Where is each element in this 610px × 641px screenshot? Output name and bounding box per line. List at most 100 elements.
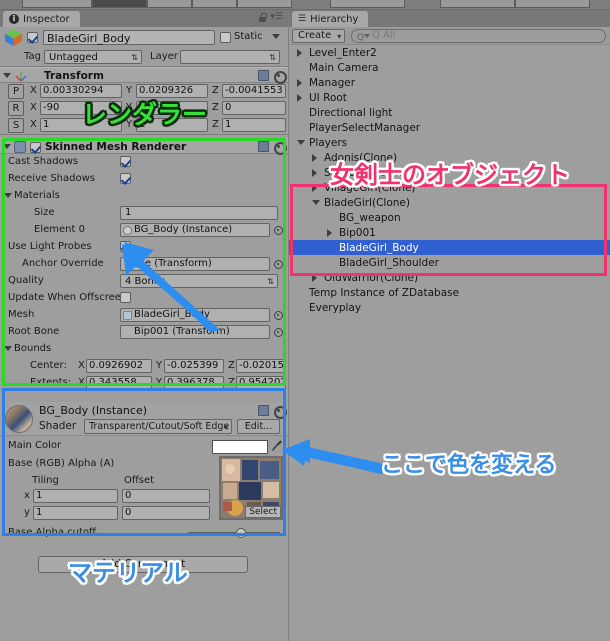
- update-offscreen-checkbox[interactable]: [120, 292, 131, 306]
- disclosure-triangle-icon[interactable]: [297, 49, 302, 57]
- anchor-override-picker-icon[interactable]: [274, 260, 283, 269]
- alpha-cutoff-slider-track[interactable]: [188, 532, 280, 534]
- hierarchy-item-directional-light[interactable]: Directional light: [289, 105, 610, 120]
- disclosure-triangle-icon[interactable]: [312, 169, 317, 177]
- quality-dropdown[interactable]: 4 Bones ⇅: [120, 274, 278, 288]
- lock-icon[interactable]: [259, 13, 267, 22]
- tag-dropdown[interactable]: Untagged ⇅: [44, 50, 142, 64]
- alpha-cutoff-slider-knob[interactable]: [236, 528, 247, 538]
- hierarchy-item-main-camera[interactable]: Main Camera: [289, 60, 610, 75]
- transform-r-y[interactable]: 0: [136, 101, 208, 115]
- object-enabled-checkbox[interactable]: [27, 32, 38, 46]
- gear-icon[interactable]: [273, 70, 287, 84]
- element0-picker-icon[interactable]: [274, 226, 283, 235]
- root-bone-field[interactable]: Bip001 (Transform): [120, 325, 270, 339]
- toolbar-segment-7[interactable]: [440, 0, 515, 8]
- center-z-field[interactable]: -0.020159: [236, 359, 286, 373]
- bounds-row[interactable]: Bounds: [0, 341, 288, 358]
- cast-shadows-checkbox[interactable]: [120, 156, 131, 170]
- toolbar-segment-2-active[interactable]: [92, 0, 147, 8]
- hierarchy-search-input[interactable]: Q Q All: [351, 29, 606, 43]
- tab-hierarchy[interactable]: ☰ Hierarchy: [292, 11, 369, 27]
- disclosure-triangle-icon[interactable]: [297, 94, 302, 102]
- transform-p-z[interactable]: -0.0041553: [222, 84, 286, 98]
- mesh-picker-icon[interactable]: [274, 311, 283, 320]
- offset-y-field[interactable]: 0: [122, 506, 210, 520]
- disclosure-triangle-icon[interactable]: [312, 154, 317, 162]
- shader-dropdown[interactable]: Transparent/Cutout/Soft Edge Un ▾: [84, 419, 232, 434]
- transform-p-y[interactable]: 0.0209326: [136, 84, 208, 98]
- hierarchy-item-bladegirl-clone[interactable]: BladeGirl(Clone): [289, 195, 610, 210]
- hierarchy-item-level-enter2[interactable]: Level_Enter2: [289, 45, 610, 60]
- extents-y-field[interactable]: 0.396378: [164, 376, 224, 390]
- disclosure-triangle-icon[interactable]: [312, 274, 317, 282]
- toolbar-segment-6[interactable]: [330, 0, 405, 8]
- receive-shadows-checkbox[interactable]: [120, 173, 131, 187]
- help-book-icon[interactable]: [258, 141, 269, 152]
- hierarchy-item-villagegirl-clone[interactable]: VillageGirl(Clone): [289, 180, 610, 195]
- object-name-field[interactable]: BladeGirl_Body: [43, 30, 215, 45]
- transform-r-button[interactable]: R: [8, 101, 24, 116]
- toolbar-segment-8[interactable]: [515, 0, 590, 8]
- shader-edit-button[interactable]: Edit...: [237, 419, 280, 434]
- disclosure-triangle-icon[interactable]: [327, 229, 332, 237]
- hierarchy-item-adonis-clone[interactable]: Adonis(Clone): [289, 150, 610, 165]
- renderer-foldout-icon[interactable]: [3, 144, 11, 149]
- materials-row[interactable]: Materials: [0, 188, 288, 205]
- static-checkbox[interactable]: [220, 32, 231, 46]
- disclosure-triangle-icon[interactable]: [297, 79, 302, 87]
- anchor-override-field[interactable]: None (Transform): [120, 257, 270, 271]
- hierarchy-item-succubus-clone[interactable]: Succubus(Clone): [289, 165, 610, 180]
- extents-x-field[interactable]: 0.343558: [86, 376, 152, 390]
- tiling-y-field[interactable]: 1: [33, 506, 118, 520]
- transform-s-y[interactable]: 1: [136, 118, 208, 132]
- hierarchy-item-bg-weapon[interactable]: BG_weapon: [289, 210, 610, 225]
- toolbar-segment-1[interactable]: [22, 0, 92, 8]
- tab-inspector[interactable]: i Inspector: [3, 11, 80, 27]
- toolbar-segment-3[interactable]: [147, 0, 192, 8]
- hierarchy-item-manager[interactable]: Manager: [289, 75, 610, 90]
- center-y-field[interactable]: -0.025399: [164, 359, 224, 373]
- transform-s-button[interactable]: S: [8, 118, 24, 133]
- transform-p-x[interactable]: 0.00330294: [40, 84, 122, 98]
- transform-s-x[interactable]: 1: [40, 118, 122, 132]
- help-book-icon[interactable]: [258, 70, 269, 81]
- hierarchy-item-everyplay[interactable]: Everyplay: [289, 300, 610, 315]
- bounds-foldout-icon[interactable]: [4, 346, 12, 351]
- hamburger-menu-icon[interactable]: ▾☰: [270, 13, 283, 22]
- gear-icon[interactable]: [273, 405, 287, 419]
- renderer-component-header[interactable]: Skinned Mesh Renderer: [0, 138, 288, 155]
- hierarchy-item-bladegirl-shoulder[interactable]: BladeGirl_Shoulder: [289, 255, 610, 270]
- disclosure-triangle-icon[interactable]: [312, 184, 317, 192]
- help-book-icon[interactable]: [258, 405, 269, 416]
- hierarchy-item-playerselectmanager[interactable]: PlayerSelectManager: [289, 120, 610, 135]
- transform-p-button[interactable]: P: [8, 84, 24, 99]
- root-bone-picker-icon[interactable]: [274, 328, 283, 337]
- eyedropper-icon[interactable]: [271, 439, 283, 452]
- gear-icon[interactable]: [273, 141, 287, 155]
- toolbar-segment-4[interactable]: [192, 0, 237, 8]
- transform-r-x[interactable]: -90: [40, 101, 122, 115]
- mesh-field[interactable]: BladeGirl_Body: [120, 308, 270, 322]
- disclosure-triangle-icon[interactable]: [297, 140, 305, 145]
- materials-foldout-icon[interactable]: [4, 193, 12, 198]
- tiling-x-field[interactable]: 1: [33, 489, 118, 503]
- transform-foldout-icon[interactable]: [3, 73, 11, 78]
- element0-field[interactable]: BG_Body (Instance): [120, 223, 270, 237]
- transform-s-z[interactable]: 1: [222, 118, 286, 132]
- hierarchy-item-temp-instance-of-zdatabase[interactable]: Temp Instance of ZDatabase: [289, 285, 610, 300]
- use-light-probes-checkbox[interactable]: [120, 241, 131, 255]
- add-component-button[interactable]: Add Component: [38, 556, 248, 573]
- disclosure-triangle-icon[interactable]: [312, 200, 320, 205]
- offset-x-field[interactable]: 0: [122, 489, 210, 503]
- hierarchy-item-ui-root[interactable]: UI Root: [289, 90, 610, 105]
- create-button[interactable]: Create ▾: [292, 29, 346, 43]
- main-color-swatch[interactable]: [212, 440, 268, 454]
- hierarchy-item-bladegirl-body[interactable]: BladeGirl_Body: [289, 240, 610, 255]
- size-field[interactable]: 1: [120, 206, 278, 220]
- static-dropdown-arrow-icon[interactable]: [272, 34, 280, 39]
- layer-dropdown[interactable]: ⇅: [180, 50, 280, 64]
- transform-r-z[interactable]: 0: [222, 101, 286, 115]
- extents-z-field[interactable]: 0.9542023: [236, 376, 286, 390]
- hierarchy-item-bip001[interactable]: Bip001: [289, 225, 610, 240]
